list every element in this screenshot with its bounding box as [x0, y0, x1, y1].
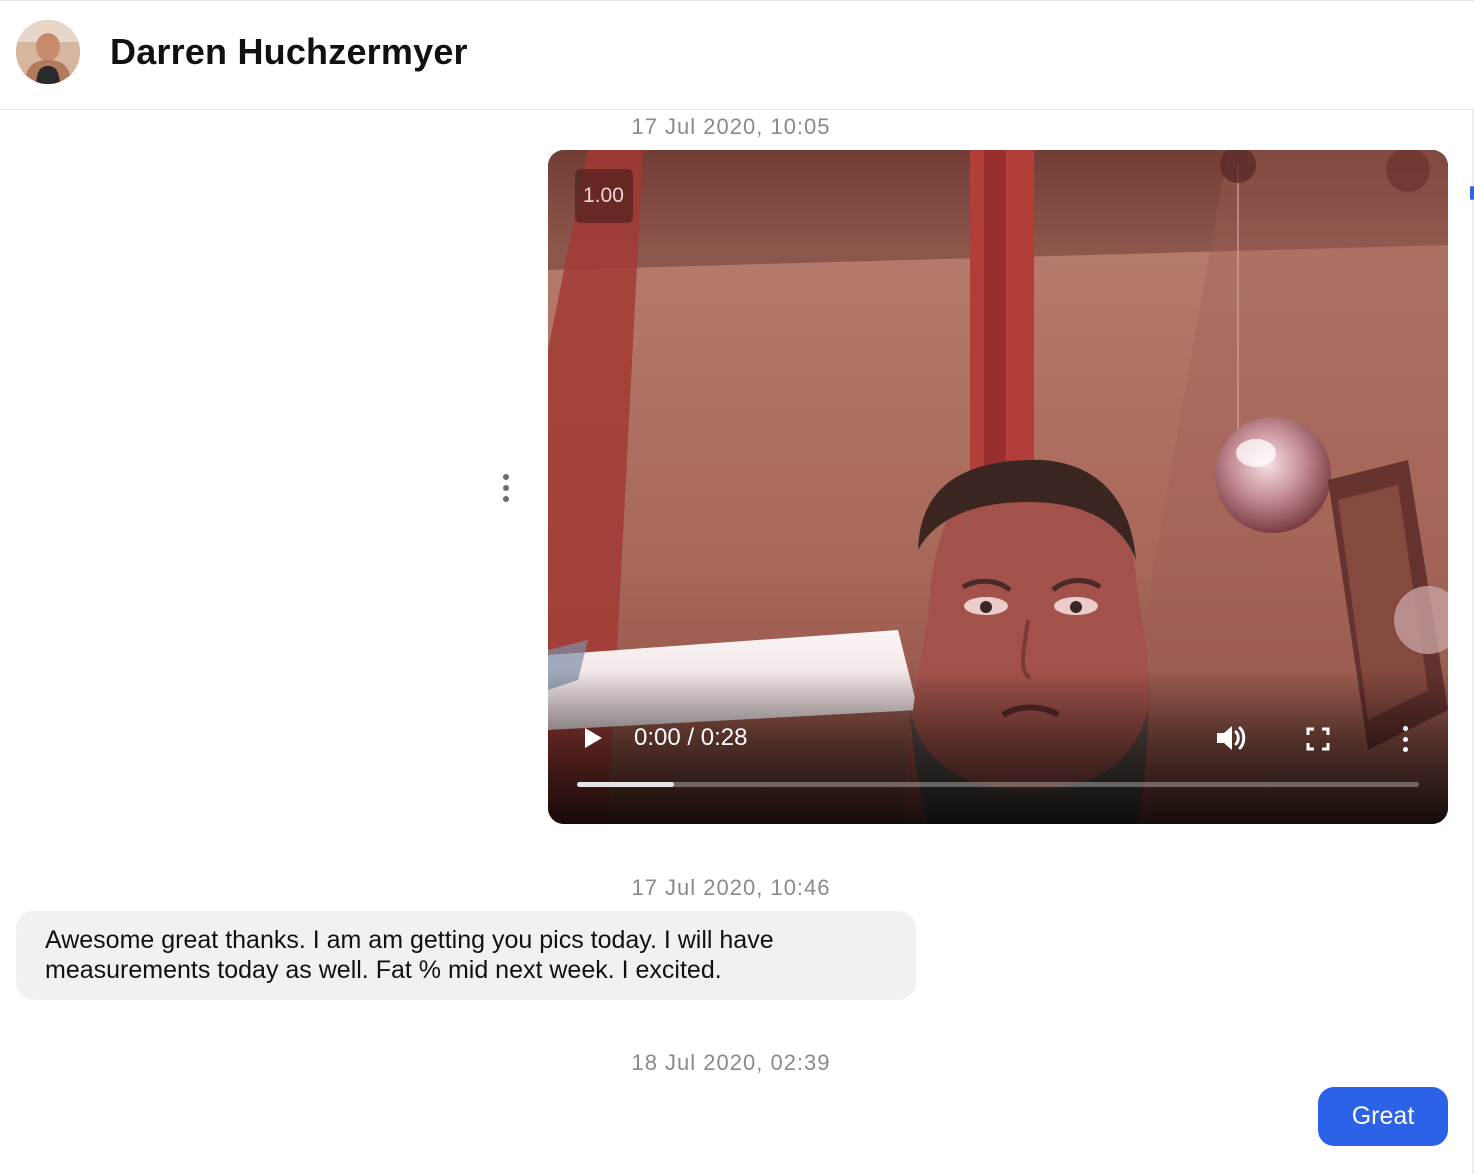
fullscreen-glyph	[1306, 727, 1330, 751]
dot	[1402, 747, 1408, 752]
message-options-icon[interactable]	[496, 470, 516, 506]
dot	[1402, 726, 1408, 731]
video-time-readout: 0:00 / 0:28	[634, 724, 748, 751]
volume-glyph	[1217, 726, 1246, 750]
dot	[503, 474, 509, 480]
fullscreen-icon[interactable]	[1305, 726, 1331, 752]
chat-header: Darren Huchzermyer	[0, 0, 1474, 110]
playback-speed-badge[interactable]: 1.00	[575, 169, 633, 223]
message-text: Great	[1351, 1102, 1415, 1130]
dot	[503, 496, 509, 502]
contact-avatar[interactable]	[16, 20, 80, 84]
video-progress-bar[interactable]	[577, 782, 1419, 787]
message-text: Awesome great thanks. I am am getting yo…	[45, 926, 774, 984]
incoming-message-bubble[interactable]: Awesome great thanks. I am am getting yo…	[16, 911, 916, 1000]
message-timestamp: 17 Jul 2020, 10:05	[631, 114, 831, 139]
video-more-options-icon[interactable]	[1398, 724, 1412, 754]
dot	[1402, 736, 1408, 742]
video-progress-fill	[577, 782, 674, 787]
scroll-indicator	[1470, 186, 1474, 200]
play-glyph	[585, 728, 602, 748]
play-icon[interactable]	[578, 724, 606, 752]
chat-page: Darren Huchzermyer 17 Jul 2020, 10:05 1.…	[0, 0, 1474, 1174]
message-timestamp: 17 Jul 2020, 10:46	[631, 875, 831, 900]
dot	[503, 485, 509, 491]
avatar-photo	[16, 20, 80, 84]
message-timestamp: 18 Jul 2020, 02:39	[631, 1050, 831, 1075]
video-message[interactable]: 1.00 0:00 / 0:28	[548, 150, 1448, 824]
contact-name: Darren Huchzermyer	[110, 31, 468, 72]
outgoing-message-bubble[interactable]: Great	[1318, 1087, 1448, 1146]
volume-icon[interactable]	[1214, 722, 1248, 754]
